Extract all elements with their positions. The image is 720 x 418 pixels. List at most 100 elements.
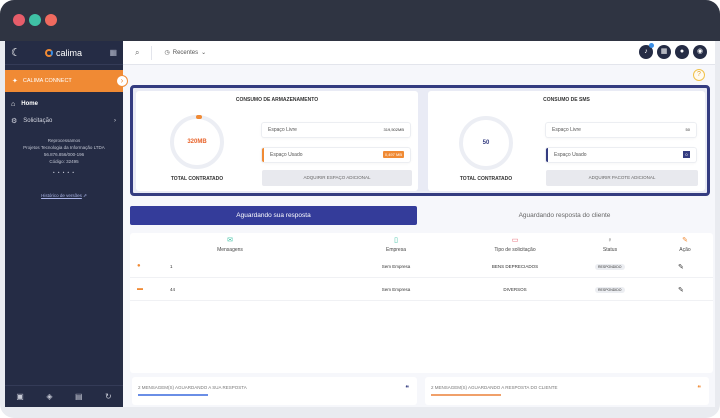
notification-icon[interactable]: ♪ [639,43,654,59]
edit-icon[interactable]: ✎ [678,286,684,294]
company-legal-name: Projetos Tecnologia da Informação LTDA [23,145,105,150]
message-count: 1 [170,264,173,269]
column-label: Empresa [385,247,406,253]
requests-table: ✉ Mensagens ▯ Empresa ▭ Tipo de solicita… [130,233,713,373]
settings-icon: ⚙ [11,118,18,125]
company-cell: Sem Empresa [381,264,411,269]
column-label: Tipo de solicitação [494,247,536,253]
company-cnpj: 56.876.856/000-196 [43,152,85,157]
company-code: Código: 32495 [49,159,79,164]
external-link-icon: ⇗ [83,193,87,198]
progress-line [431,394,501,396]
pager-dots: • • • • • [53,170,75,175]
sms-used-label: Espaço Usado [554,152,587,158]
divider [151,45,153,60]
help-icon[interactable]: ? [693,69,705,81]
storage-title: CONSUMO DE ARMAZENAMENTO [235,97,319,103]
mail-icon: ✉ [227,237,233,244]
storage-free-value: 319,502MB [383,127,404,132]
tab-awaiting-client-response[interactable]: Aguardando resposta do cliente [417,206,712,225]
collapse-sidebar-icon[interactable]: › [116,75,128,87]
calendar-icon[interactable]: ▣ [16,392,24,401]
lightbulb-icon: ♀ [607,237,613,244]
document-icon[interactable]: ▤ [75,392,83,401]
grid-icon[interactable]: ▦ [657,45,671,59]
refresh-icon[interactable]: ↻ [105,392,112,401]
company-info: Reprocessamos Projetos Tecnologia da Inf… [5,137,123,176]
column-header-messages[interactable]: ✉ Mensagens [200,237,260,253]
storage-card: CONSUMO DE ARMAZENAMENTO 320MB TOTAL CON… [136,91,418,191]
notification-badge [649,43,654,48]
building-icon: ▯ [394,237,398,244]
version-history-link[interactable]: Histórico de versões ⇗ [5,193,123,199]
sidebar-item-home[interactable]: ⌂ Home [5,96,123,112]
storage-used-row: Espaço Usado 0,497 MB [262,148,410,162]
column-label: Ação [679,247,691,253]
recent-dropdown[interactable]: ◷ Recentes ⌄ [164,49,207,57]
moon-icon[interactable]: ☾ [11,47,23,59]
column-header-status[interactable]: ♀ Status [585,237,635,253]
sms-title: CONSUMO DE SMS [543,97,590,103]
connect-label: CALIMA CONNECT [22,78,72,84]
column-label: Mensagens [217,247,243,253]
awaiting-your-response-text: 2 MENSAGEM(S) AGUARDANDO A SUA RESPOSTA [138,385,247,390]
chevron-right-icon: › [114,118,116,124]
close-window-button[interactable] [13,14,25,26]
company-name: Reprocessamos [47,138,81,143]
topbar-actions: ♪ ▦ ● ◉ [639,43,707,59]
message-bubble-icon: ● [137,263,141,269]
connect-icon: ✦ [12,78,18,85]
sms-used-row: Espaço Usado 0 [546,148,696,162]
menu-grid-icon[interactable]: ▦ [109,48,117,57]
storage-total-label: TOTAL CONTRATADO [170,176,224,182]
recent-label: Recentes [172,49,199,56]
user-avatar-icon[interactable]: ◉ [693,45,707,59]
message-bubble-icon: ▬ [137,286,143,292]
sms-total-value: 50 [482,140,490,146]
search-icon[interactable]: ⌕ [135,48,139,58]
brand-logo: calima [45,48,82,58]
buy-storage-button[interactable]: ADQUIRIR ESPAÇO ADICIONAL [262,170,412,186]
window-titlebar [0,0,720,41]
sidebar-item-solicitacao[interactable]: ⚙ Solicitação › [5,113,123,129]
status-badge: RESPONDIDO [595,264,625,270]
storage-used-arc [196,115,202,119]
request-type-cell: DIVERSOS [503,287,527,292]
storage-free-row: Espaço Livre 319,502MB [262,123,410,137]
app-window: ☾ calima ▦ ✦ CALIMA CONNECT › ⌂ Home ⚙ S… [5,41,715,407]
column-header-company[interactable]: ▯ Empresa [366,237,426,253]
maximize-window-button[interactable] [45,14,57,26]
sms-free-row: Espaço Livre 50 [546,123,696,137]
sidebar-header: ☾ calima ▦ [5,41,123,65]
awaiting-client-response-card[interactable]: 2 MENSAGEM(S) AGUARDANDO A RESPOSTA DO C… [425,377,709,405]
table-row[interactable]: ● 1 Sem Empresa BENS DEPRECIADOS RESPOND… [130,258,713,278]
column-header-request-type[interactable]: ▭ Tipo de solicitação [475,237,555,253]
sms-free-value: 50 [685,127,690,132]
sidebar-item-label: Solicitação [23,118,53,124]
brand-ring-icon [45,48,53,57]
table-row[interactable]: ▬ 44 Sem Empresa DIVERSOS RESPONDIDO ✎ [130,281,713,301]
tab-awaiting-your-response[interactable]: Aguardando sua resposta [130,206,417,225]
chat-bubbles-icon: ❝ [405,385,409,392]
minimize-window-button[interactable] [29,14,41,26]
awaiting-your-response-card[interactable]: 2 MENSAGEM(S) AGUARDANDO A SUA RESPOSTA … [132,377,417,405]
sidebar: ☾ calima ▦ ✦ CALIMA CONNECT › ⌂ Home ⚙ S… [5,41,128,407]
chat-bubbles-icon: ❝ [697,385,701,392]
column-header-action: ✎ Ação [670,237,700,253]
storage-used-label: Espaço Usado [270,152,303,158]
buy-sms-button[interactable]: ADQUIRIR PACOTE ADICIONAL [546,170,698,186]
chevron-down-icon: ⌄ [201,50,207,56]
brand-name: calima [56,47,83,58]
message-count: 44 [170,287,176,292]
layers-icon[interactable]: ◈ [46,392,52,401]
calima-connect-button[interactable]: ✦ CALIMA CONNECT › [5,70,128,92]
history-icon: ◷ [164,50,170,56]
edit-icon: ✎ [682,237,688,244]
awaiting-client-response-text: 2 MENSAGEM(S) AGUARDANDO A RESPOSTA DO C… [431,385,558,390]
sidebar-item-label: Home [21,101,38,107]
edit-icon[interactable]: ✎ [678,263,684,271]
chat-icon[interactable]: ● [675,45,689,59]
status-badge: RESPONDIDO [595,287,625,293]
sms-free-label: Espaço Livre [552,127,581,133]
sms-total-label: TOTAL CONTRATADO [459,176,513,182]
